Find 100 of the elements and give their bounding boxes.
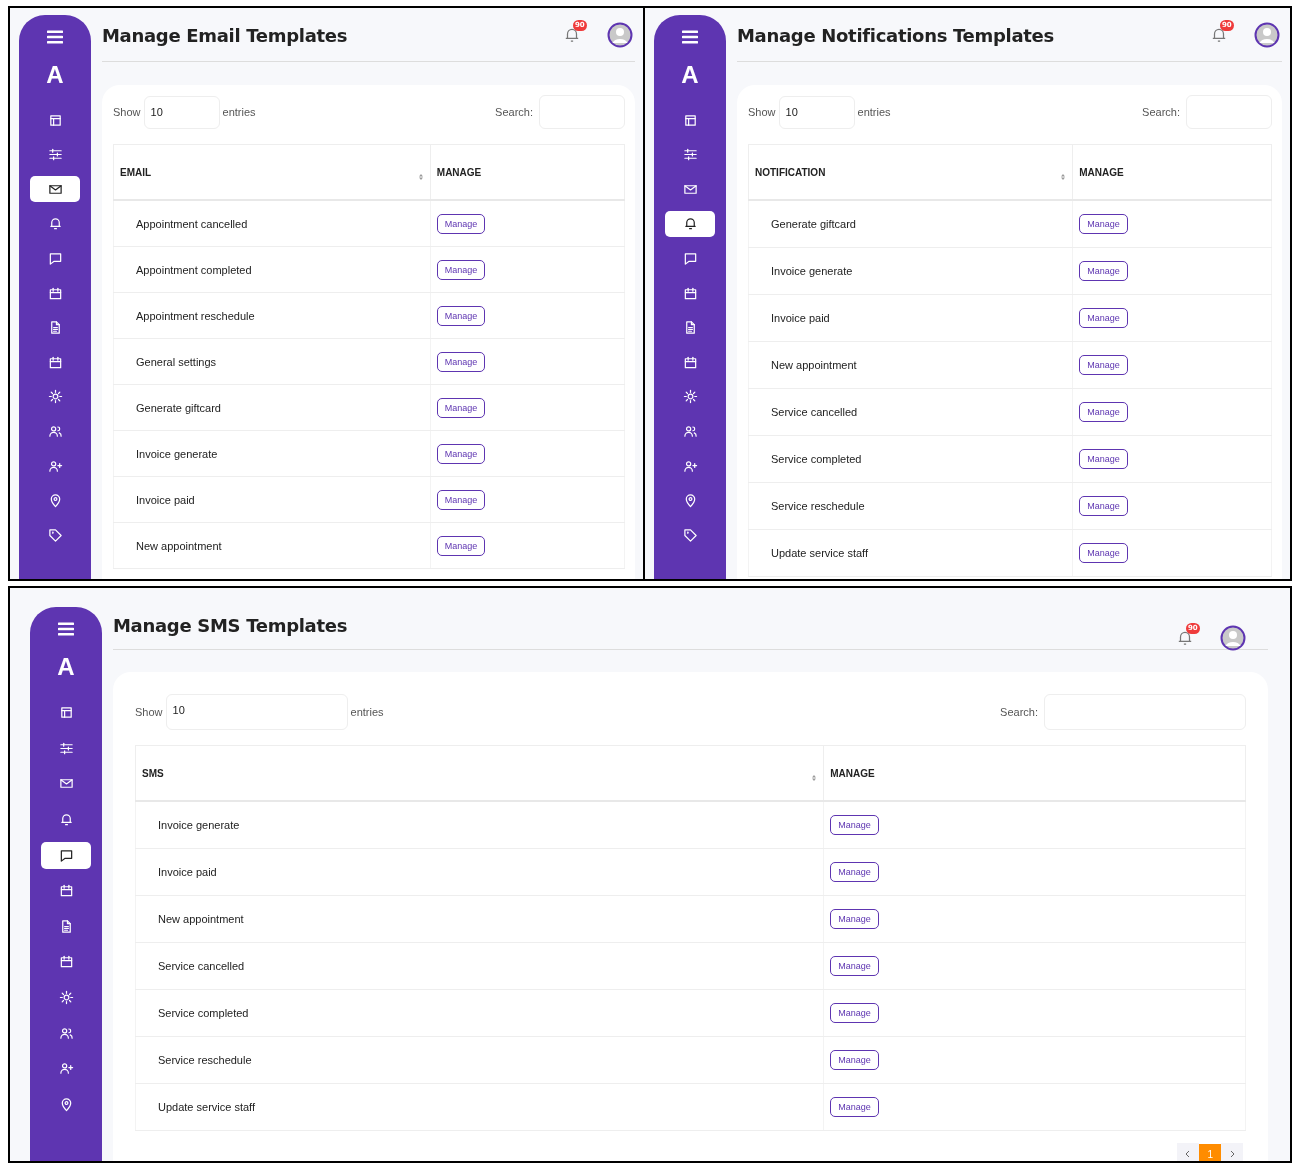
- chat-icon: [58, 847, 74, 863]
- entries-select[interactable]: 10: [778, 95, 855, 129]
- avatar-icon[interactable]: [1254, 22, 1280, 48]
- sliders-icon: [58, 740, 74, 756]
- manage-button[interactable]: Manage: [436, 351, 486, 372]
- table-cell: Appointment reschedule: [113, 292, 431, 339]
- user-plus-icon: [682, 458, 698, 474]
- manage-button[interactable]: Manage: [1079, 214, 1128, 234]
- manage-button[interactable]: Manage: [830, 956, 879, 976]
- layout-icon: [682, 112, 698, 128]
- manage-button[interactable]: Manage: [1079, 402, 1128, 422]
- sort-icon: [1060, 173, 1067, 181]
- table-cell: Invoice generate: [748, 247, 1073, 295]
- manage-button[interactable]: Manage: [1079, 496, 1128, 516]
- avatar-icon[interactable]: [1220, 625, 1246, 651]
- table-cell: Appointment completed: [113, 246, 431, 293]
- sort-icon: [417, 173, 424, 181]
- manage-button[interactable]: Manage: [830, 862, 879, 882]
- bell-icon: [58, 811, 74, 827]
- manage-button[interactable]: Manage: [830, 1050, 879, 1070]
- users-icon: [58, 1025, 74, 1041]
- table-cell: Update service staff: [135, 1083, 824, 1131]
- search-label: Search:: [1000, 706, 1038, 718]
- manage-button[interactable]: Manage: [830, 909, 879, 929]
- sliders-icon: [47, 147, 63, 163]
- table-cell: Invoice paid: [135, 848, 824, 896]
- manage-button[interactable]: Manage: [436, 397, 486, 418]
- notification-bell-icon[interactable]: [563, 26, 581, 44]
- calendar-icon: [682, 354, 698, 370]
- logo: A: [57, 652, 75, 681]
- manage-button[interactable]: Manage: [436, 305, 486, 326]
- table-cell: General settings: [113, 338, 431, 385]
- calendar-icon: [58, 954, 74, 970]
- sidebar-item[interactable]: [41, 841, 91, 869]
- notification-bell-icon[interactable]: [1176, 629, 1194, 647]
- column-header: MANAGE: [430, 144, 625, 200]
- column-header: MANAGE: [1072, 144, 1272, 200]
- column-label: SMS: [142, 767, 164, 779]
- chat-icon: [47, 251, 63, 267]
- table-cell: Invoice paid: [113, 476, 431, 523]
- users-icon: [47, 424, 63, 440]
- table-cell: New appointment: [748, 341, 1073, 389]
- table-cell: Invoice generate: [113, 430, 431, 477]
- manage-button[interactable]: Manage: [1079, 449, 1128, 469]
- search-label: Search:: [1142, 106, 1180, 118]
- table-cell: Appointment cancelled: [113, 200, 431, 247]
- manage-button[interactable]: Manage: [830, 1003, 879, 1023]
- tag-icon: [682, 527, 698, 543]
- menu-icon[interactable]: [58, 622, 74, 636]
- manage-button[interactable]: Manage: [436, 489, 486, 510]
- notification-bell-icon[interactable]: [1210, 26, 1228, 44]
- manage-button[interactable]: Manage: [1079, 355, 1128, 375]
- entries-select[interactable]: 10: [165, 694, 348, 730]
- manage-button[interactable]: Manage: [1079, 308, 1128, 328]
- layout-icon: [47, 112, 63, 128]
- calendar-icon: [47, 285, 63, 301]
- user-plus-icon: [58, 1061, 74, 1077]
- manage-button[interactable]: Manage: [830, 1097, 879, 1117]
- manage-button[interactable]: Manage: [436, 535, 486, 556]
- entries-select[interactable]: 10: [143, 95, 220, 129]
- sidebar-item[interactable]: [30, 176, 80, 203]
- column-label: NOTIFICATION: [755, 166, 826, 178]
- column-header: MANAGE: [823, 745, 1246, 801]
- column-header[interactable]: EMAIL: [113, 144, 431, 200]
- entries-label: entries: [222, 106, 256, 118]
- menu-icon[interactable]: [47, 30, 63, 44]
- manage-button[interactable]: Manage: [1079, 543, 1128, 563]
- table-cell: New appointment: [113, 522, 431, 569]
- page-title: Manage Email Templates: [102, 24, 348, 46]
- table-cell: Invoice generate: [135, 801, 824, 849]
- logo: A: [46, 60, 64, 89]
- table-cell: Service cancelled: [135, 942, 824, 990]
- menu-icon[interactable]: [682, 30, 698, 44]
- table-cell: Service reschedule: [748, 482, 1073, 530]
- tag-icon: [47, 527, 63, 543]
- sort-icon: [811, 774, 818, 782]
- sidebar-item[interactable]: [665, 210, 715, 237]
- manage-button[interactable]: Manage: [436, 213, 486, 234]
- bell-icon: [682, 216, 698, 232]
- manage-button[interactable]: Manage: [436, 259, 486, 280]
- sliders-icon: [682, 147, 698, 163]
- calendar-icon: [682, 285, 698, 301]
- column-header[interactable]: NOTIFICATION: [748, 144, 1073, 200]
- search-label: Search:: [495, 106, 533, 118]
- manage-button[interactable]: Manage: [830, 815, 879, 835]
- page-title: Manage SMS Templates: [113, 614, 348, 636]
- entries-label: entries: [350, 706, 384, 718]
- users-icon: [682, 424, 698, 440]
- calendar-icon: [58, 883, 74, 899]
- manage-button[interactable]: Manage: [1079, 261, 1128, 281]
- user-plus-icon: [47, 458, 63, 474]
- table-cell: Invoice paid: [748, 294, 1073, 342]
- show-label: Show: [135, 706, 163, 718]
- table-cell: Update service staff: [748, 529, 1073, 577]
- page-title: Manage Notifications Templates: [737, 24, 1054, 46]
- column-label: EMAIL: [120, 166, 152, 178]
- bell-icon: [47, 216, 63, 232]
- column-header[interactable]: SMS: [135, 745, 824, 801]
- avatar-icon[interactable]: [607, 22, 633, 48]
- manage-button[interactable]: Manage: [436, 443, 486, 464]
